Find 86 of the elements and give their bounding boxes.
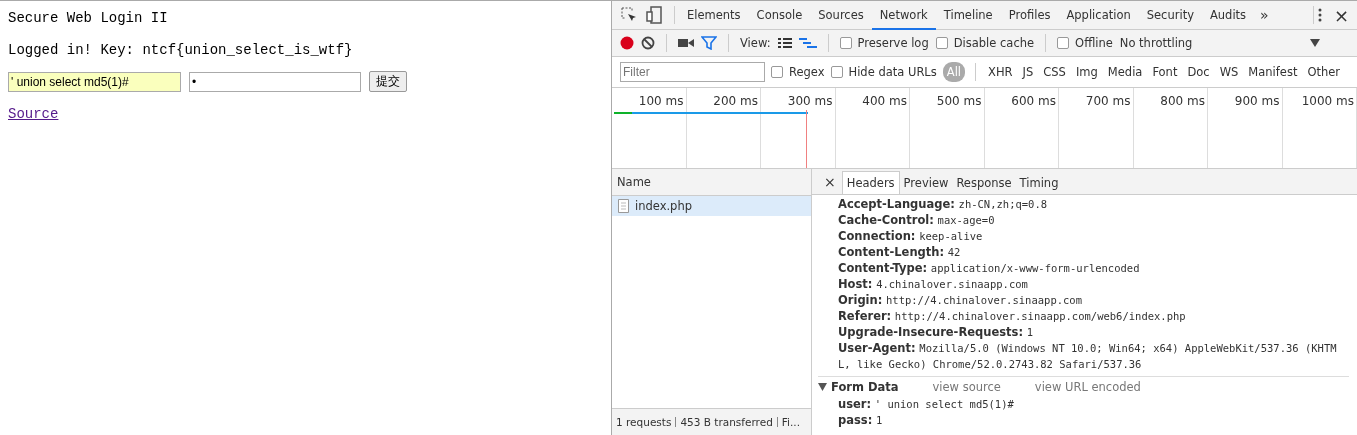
devtools-tab[interactable]: Console: [748, 0, 811, 30]
type-filter-button[interactable]: JS: [1020, 62, 1036, 82]
request-header: Content-Length: 42: [838, 244, 962, 260]
time-tick-label: 800 ms: [1160, 94, 1205, 108]
expand-triangle-icon[interactable]: [818, 383, 827, 391]
view-link[interactable]: view source: [932, 380, 1001, 394]
type-filter-button[interactable]: WS: [1217, 62, 1241, 82]
filter-field[interactable]: Filter: [620, 62, 765, 82]
request-header: Origin: http://4.chinalover.sinaapp.com: [838, 292, 1083, 308]
devtools-tab[interactable]: Profiles: [1000, 0, 1059, 30]
checkbox[interactable]: [839, 37, 852, 49]
time-tick-label: 500 ms: [936, 94, 982, 108]
clear-icon[interactable]: [641, 36, 655, 50]
status-text: 453 B transferred: [680, 416, 773, 428]
file-icon: [618, 199, 629, 213]
request-header: Connection: keep-alive: [838, 228, 984, 244]
checkbox[interactable]: [830, 66, 843, 78]
type-filter-button[interactable]: CSS: [1041, 62, 1068, 82]
close-button[interactable]: ×: [1333, 4, 1349, 26]
request-header: Upgrade-Insecure-Requests: 1: [838, 324, 1035, 340]
type-filter-button[interactable]: Other: [1305, 62, 1343, 82]
devtools-tab[interactable]: Application: [1058, 0, 1139, 30]
status-text: Fi...: [781, 416, 801, 428]
more-tabs-button[interactable]: »: [1254, 7, 1275, 23]
close-button[interactable]: ×: [818, 174, 842, 194]
submit-button[interactable]: 提交: [369, 71, 407, 92]
request-header: Accept-Language: zh-CN,zh;q=0.8: [838, 196, 1049, 212]
detail-tab[interactable]: Timing: [1015, 172, 1063, 194]
request-header: Cache-Control: max-age=0: [838, 212, 996, 228]
password-field[interactable]: •: [189, 71, 361, 92]
devtools-tab[interactable]: Sources: [810, 0, 872, 30]
detail-tab[interactable]: Headers: [841, 171, 900, 194]
type-filter-button[interactable]: Media: [1105, 62, 1145, 82]
type-filter-button[interactable]: Doc: [1185, 62, 1212, 82]
type-filter-button[interactable]: XHR: [986, 62, 1015, 82]
detail-tab[interactable]: Response: [952, 172, 1016, 194]
checkbox[interactable]: [1057, 37, 1070, 49]
type-filter-button[interactable]: Manifest: [1246, 62, 1300, 82]
record-icon[interactable]: [620, 36, 634, 50]
request-header: Host: 4.chinalover.sinaapp.com: [838, 276, 1029, 292]
devtools-tab[interactable]: Security: [1138, 0, 1202, 30]
devtools-tab[interactable]: Audits: [1201, 0, 1255, 30]
page-title: Secure Web Login II: [8, 10, 169, 26]
waterfall-view-icon[interactable]: [798, 37, 817, 49]
source-link[interactable]: Source: [8, 106, 59, 122]
login-message: Logged in! Key: ntcf{union_select_is_wtf}: [8, 42, 354, 58]
device-icon[interactable]: [646, 6, 662, 24]
option-label: Hide data URLs: [848, 65, 937, 79]
option-label: Preserve log: [857, 36, 929, 50]
checkbox[interactable]: [771, 66, 783, 78]
name-column-header: Name: [612, 169, 811, 196]
time-tick-label: 900 ms: [1234, 94, 1280, 108]
filter-icon[interactable]: [701, 36, 717, 50]
detail-tab[interactable]: Preview: [899, 172, 953, 194]
form-field: pass: 1: [838, 412, 1349, 428]
menu-icon[interactable]: [1317, 7, 1322, 23]
camera-icon[interactable]: [678, 37, 694, 49]
username-field[interactable]: ' union select md5(1)#: [8, 71, 181, 92]
checkbox[interactable]: [935, 37, 948, 49]
request-row[interactable]: index.php: [612, 196, 811, 216]
dropdown-caret-icon: [1310, 39, 1321, 47]
option-label: Regex: [789, 65, 825, 79]
time-tick-label: 100 ms: [638, 94, 684, 108]
view-label: View:: [740, 36, 771, 50]
option-label: Disable cache: [953, 36, 1035, 50]
time-tick-label: 300 ms: [787, 94, 833, 108]
time-tick-label: 200 ms: [713, 94, 758, 108]
list-view-icon[interactable]: [777, 37, 792, 49]
view-link[interactable]: view URL encoded: [1034, 380, 1141, 394]
time-tick-label: 400 ms: [862, 94, 907, 108]
devtools-tab[interactable]: Timeline: [935, 0, 1001, 30]
type-filter-button[interactable]: Img: [1073, 62, 1100, 82]
form-field: user: ' union select md5(1)#: [838, 396, 1349, 412]
type-filter-button[interactable]: Font: [1150, 62, 1180, 82]
time-tick-label: 1000 ms: [1301, 94, 1354, 108]
request-header: Content-Type: application/x-www-form-urlencoded: [838, 260, 1141, 276]
time-tick-label: 700 ms: [1085, 94, 1131, 108]
devtools-tab[interactable]: Elements: [679, 0, 749, 30]
time-tick-label: 600 ms: [1011, 94, 1056, 108]
load-event-line: [806, 110, 807, 168]
request-header: User-Agent: Mozilla/5.0 (Windows NT 10.0; Win64; x64) AppleWebKit/537.36 (KHTML, like Gecko) Chrome/52.0.2743.82 Safari/537.36: [838, 340, 1338, 372]
option-label: Offline: [1075, 36, 1113, 50]
throttling-dropdown[interactable]: No throttling: [1119, 36, 1321, 50]
request-header: Referer: http://4.chinalover.sinaapp.com/web6/index.php: [838, 308, 1187, 324]
status-text: 1 requests: [616, 416, 672, 428]
section-title: Form Data: [831, 380, 899, 394]
